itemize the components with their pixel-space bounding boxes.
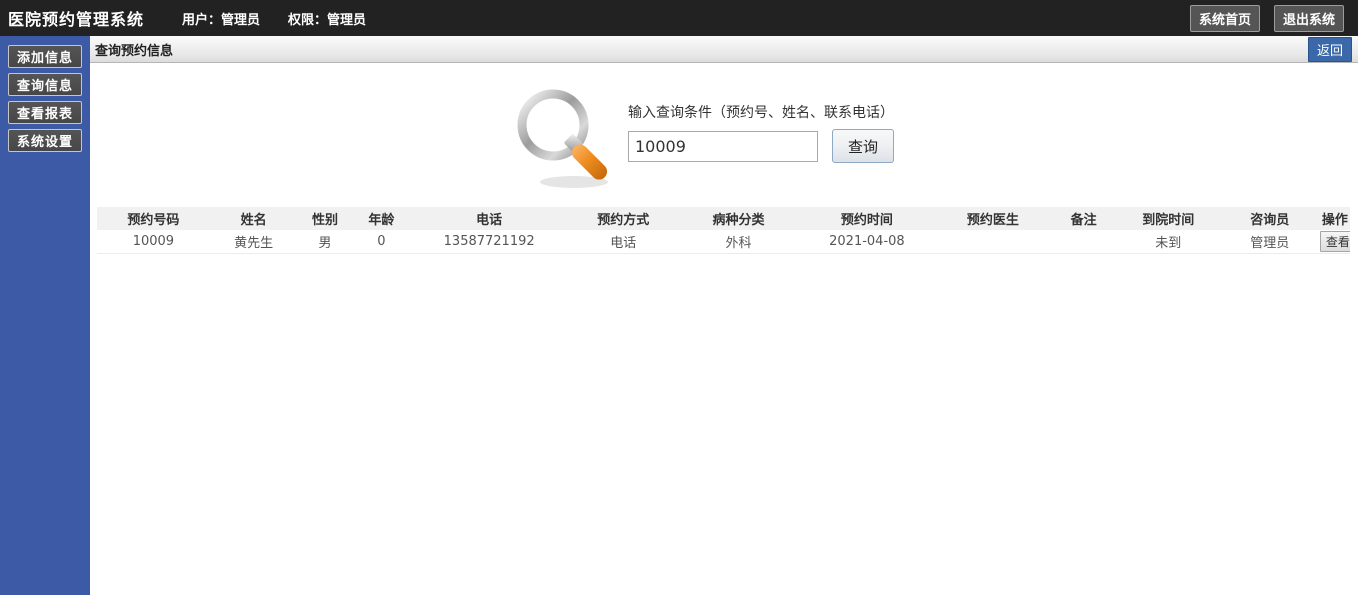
column-header: 病种分类 (678, 207, 799, 230)
column-header: 姓名 (209, 207, 298, 230)
page-title: 查询预约信息 (95, 43, 174, 59)
search-button[interactable]: 查询 (832, 129, 894, 163)
results-table: 预约号码 姓名 性别 年龄 电话 预约方式 病种分类 预约时间 预约医生 备注 到院时间 咨询员 操作 … (97, 207, 1350, 254)
table-row: 10009 黄先生男 0 13587721192 电话 外科 2021-04-08 未到 管理员… (97, 230, 1350, 254)
home-button[interactable]: 系统首页 (1189, 4, 1260, 32)
topbar: 医院预约管理系统 用户：管理员 权限：管理员 系统首页 退出系统 (0, 0, 1358, 36)
search-input[interactable] (628, 131, 818, 162)
content-header: 查询预约信息 返回 (90, 36, 1358, 63)
table-cell: 未到 (1116, 230, 1220, 254)
exit-button[interactable]: 退出系统 (1273, 4, 1344, 32)
table-cell-action: 查看 (1319, 230, 1350, 254)
back-button[interactable]: 返回 (1307, 36, 1352, 62)
table-cell: 13587721192 (410, 230, 569, 254)
column-header: 操作 (1319, 207, 1350, 230)
table-cell: 10009 (97, 230, 210, 254)
table-cell: 外科 (678, 230, 799, 254)
table-cell (935, 230, 1051, 254)
magnifier-icon (517, 89, 608, 188)
column-header: 电话 (410, 207, 569, 230)
column-header: 预约号码 (97, 207, 210, 230)
permission-label: 权限：管理员 (288, 12, 367, 28)
sidebar-item-3[interactable]: 系统设置 (8, 129, 82, 152)
sidebar-item-0[interactable]: 添加信息 (8, 45, 82, 68)
table-cell: 管理员 (1219, 230, 1320, 254)
user-label: 用户：管理员 (182, 12, 261, 28)
search-hint: 输入查询条件（预约号、姓名、联系电话） (628, 105, 894, 121)
column-header: 咨询员 (1219, 207, 1320, 230)
content-area: 查询预约信息 返回 输入查询条件（预约号、姓名、联系电话） 10009 查询 预… (90, 36, 1358, 595)
column-header: 预约时间 (798, 207, 936, 230)
column-header: 预约方式 (568, 207, 679, 230)
column-header: 年龄 (352, 207, 411, 230)
table-cell: 电话 (568, 230, 679, 254)
sidebar-item-2[interactable]: 查看报表 (8, 101, 82, 124)
table-cell: 男 (297, 230, 353, 254)
sidebar: 添加信息查询信息查看报表系统设置 (0, 36, 90, 595)
table-cell: 2021-04-08 (798, 230, 936, 254)
table-cell: 0 (352, 230, 411, 254)
topbar-actions: 系统首页 退出系统 (1189, 4, 1344, 32)
column-header: 预约医生 (935, 207, 1051, 230)
app-title: 医院预约管理系统 (8, 10, 145, 29)
view-button[interactable]: 查看 (1319, 230, 1350, 252)
column-header: 到院时间 (1116, 207, 1220, 230)
column-header: 备注 (1050, 207, 1117, 230)
app-window: 医院预约管理系统 用户：管理员 权限：管理员 系统首页 退出系统 添加信息查询信… (0, 0, 1358, 595)
table-cell: 黄先生 (209, 230, 298, 254)
sidebar-item-1[interactable]: 查询信息 (8, 73, 82, 96)
column-header: 性别 (297, 207, 353, 230)
table-cell (1050, 230, 1117, 254)
